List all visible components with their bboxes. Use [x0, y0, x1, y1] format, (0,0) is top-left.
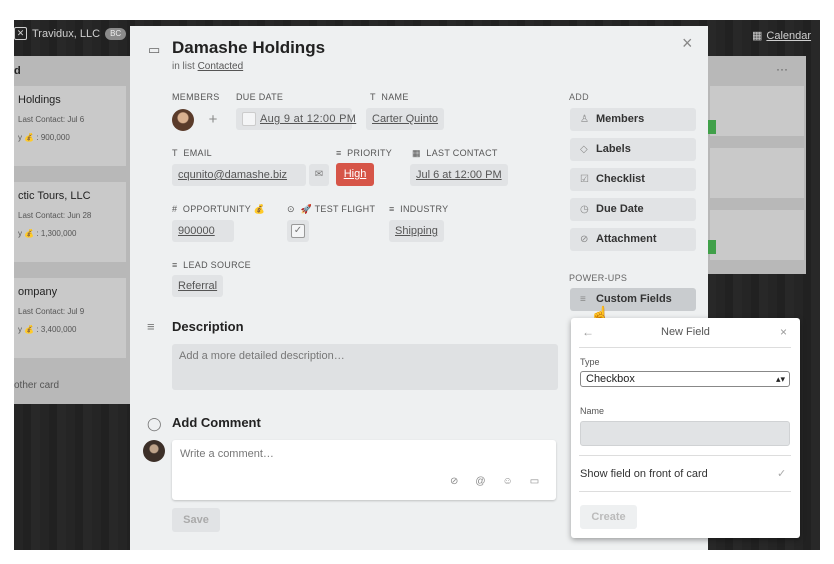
custom-fields-button[interactable]: ≡ Custom Fields	[570, 288, 696, 311]
members-button[interactable]: ♙ Members	[570, 108, 696, 131]
calendar-icon: ▦	[752, 30, 763, 42]
members-label: Members	[172, 92, 220, 102]
label-tag	[708, 120, 716, 134]
list-card[interactable]	[710, 148, 804, 198]
close-icon[interactable]: ×	[780, 325, 787, 339]
comment-icon: ◯	[147, 416, 162, 431]
check-icon: ✓	[291, 224, 305, 238]
email-label: T Email	[172, 148, 212, 158]
save-button[interactable]: Save	[172, 508, 220, 532]
divider	[579, 491, 791, 492]
name-label: T Name	[370, 92, 409, 102]
add-another-card-link[interactable]: other card	[14, 380, 59, 391]
text-field-icon: T	[172, 148, 178, 158]
paperclip-icon[interactable]: ⊘	[450, 476, 458, 487]
list-heading: d	[14, 65, 21, 77]
test-flight-label: ⊙ 🚀 Test Flight	[287, 204, 376, 214]
description-title: Description	[172, 319, 244, 334]
card-title[interactable]: Damashe Holdings	[172, 38, 325, 58]
tag-icon: ◇	[580, 144, 588, 155]
create-button[interactable]: Create	[580, 505, 637, 529]
card-icon: ▭	[148, 42, 161, 57]
priority-value[interactable]: High	[336, 163, 374, 186]
industry-value[interactable]: Shipping	[389, 220, 444, 242]
list-card[interactable]: Holdings Last Contact: Jul 6 y 💰 : 900,0…	[14, 86, 126, 166]
checkbox-field-icon: ⊙	[287, 204, 295, 214]
lead-source-value[interactable]: Referral	[172, 275, 224, 297]
list-card[interactable]: ctic Tours, LLC Last Contact: Jun 28 y 💰…	[14, 182, 126, 262]
industry-label: ≡ Industry	[389, 204, 449, 214]
list-card[interactable]	[710, 86, 804, 136]
number-field-icon: #	[172, 204, 178, 214]
paperclip-icon: ⊘	[580, 234, 589, 245]
due-date-button[interactable]: ◷ Due Date	[570, 198, 696, 221]
name-value[interactable]: Carter Quinto	[366, 108, 445, 130]
email-value[interactable]: cqunito@damashe.biz	[172, 164, 306, 186]
back-arrow-icon[interactable]: ←	[582, 325, 594, 339]
label-tag	[708, 240, 716, 254]
divider	[579, 347, 791, 348]
field-name-input[interactable]	[580, 421, 790, 446]
text-field-icon: T	[370, 92, 376, 102]
team-switcher[interactable]: ✕ Travidux, LLC BC	[14, 27, 127, 40]
clock-icon: ◷	[580, 204, 589, 215]
check-icon[interactable]: ✓	[777, 467, 786, 480]
person-icon: ♙	[580, 114, 589, 125]
team-badge: BC	[105, 27, 127, 40]
due-complete-checkbox[interactable]	[242, 112, 256, 126]
labels-button[interactable]: ◇ Labels	[570, 138, 696, 161]
list-link[interactable]: Contacted	[198, 61, 244, 72]
list-menu-icon[interactable]: ···	[776, 62, 788, 76]
list-card[interactable]: ompany Last Contact: Jul 9 y 💰 : 3,400,0…	[14, 278, 126, 358]
description-input[interactable]: Add a more detailed description…	[172, 344, 558, 390]
calendar-link[interactable]: ▦ Calendar	[752, 29, 811, 42]
description-icon: ≡	[147, 319, 155, 334]
calendar-icon: ▦	[412, 148, 421, 158]
opportunity-value[interactable]: 900000	[172, 220, 234, 242]
comment-input[interactable]: Write a comment…	[172, 440, 556, 500]
emoji-icon[interactable]: ☺	[503, 476, 513, 487]
due-date-value[interactable]: Aug 9 at 12:00 PM	[260, 113, 356, 125]
close-icon[interactable]: ×	[682, 33, 693, 54]
comment-toolbar: ⊘ @ ☺ ▭	[450, 476, 539, 487]
member-avatar[interactable]	[172, 109, 194, 131]
powerups-heading: Power-Ups	[569, 273, 628, 283]
divider	[579, 455, 791, 456]
type-select[interactable]: Checkbox ▴▾	[580, 371, 790, 387]
checklist-button[interactable]: ☑ Checklist	[570, 168, 696, 191]
in-list-text: in list Contacted	[172, 61, 244, 72]
list-card[interactable]	[710, 210, 804, 260]
name-field-label: Name	[580, 406, 605, 416]
show-on-front-label[interactable]: Show field on front of card	[580, 468, 708, 480]
dropdown-field-icon: ≡	[389, 204, 395, 214]
dropdown-field-icon: ≡	[336, 148, 342, 158]
mention-icon[interactable]: @	[475, 476, 485, 487]
team-name: Travidux, LLC	[32, 27, 101, 40]
test-flight-checkbox[interactable]: ✓	[287, 220, 309, 242]
mail-icon[interactable]: ✉	[309, 164, 329, 186]
last-contact-value[interactable]: Jul 6 at 12:00 PM	[410, 164, 508, 186]
avatar	[143, 440, 165, 462]
priority-label: ≡ Priority	[336, 148, 393, 158]
last-contact-label: ▦ Last Contact	[412, 148, 498, 158]
card-icon[interactable]: ▭	[530, 476, 539, 487]
attachment-button[interactable]: ⊘ Attachment	[570, 228, 696, 251]
add-member-icon[interactable]: +	[202, 109, 224, 131]
opportunity-label: # Opportunity 💰	[172, 204, 266, 214]
add-heading: Add	[569, 92, 589, 102]
close-board-icon[interactable]: ✕	[14, 27, 27, 40]
popover-title: New Field	[661, 326, 710, 338]
checklist-icon: ☑	[580, 174, 589, 185]
lead-source-label: ≡ Lead Source	[172, 260, 251, 270]
select-arrows-icon: ▴▾	[775, 374, 785, 384]
add-comment-title: Add Comment	[172, 415, 261, 430]
type-label: Type	[580, 357, 600, 367]
due-date-label: Due Date	[236, 92, 284, 102]
dropdown-field-icon: ≡	[172, 260, 178, 270]
